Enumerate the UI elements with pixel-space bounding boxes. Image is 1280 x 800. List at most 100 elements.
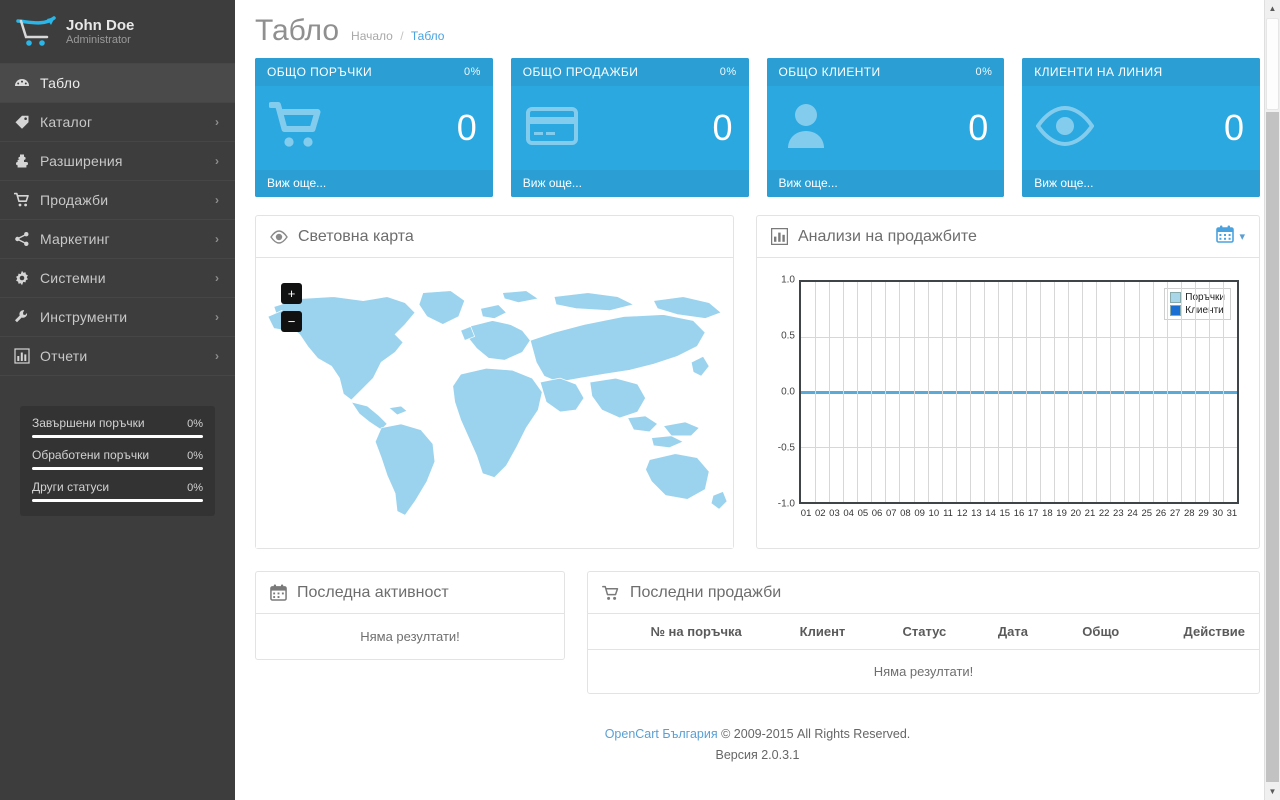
stat-label: Обработени поръчки	[32, 448, 150, 462]
stat-label: Завършени поръчки	[32, 416, 145, 430]
user-role: Administrator	[66, 33, 131, 46]
chart-gridline	[857, 282, 859, 502]
chart-x-tick-label: 30	[1212, 508, 1223, 519]
scroll-down-arrow-icon[interactable]: ▼	[1265, 783, 1280, 800]
chart-x-tick-label: 08	[900, 508, 911, 519]
puzzle-icon	[14, 153, 40, 169]
progress-track	[32, 435, 203, 438]
tile-footer-link[interactable]: Виж още...	[1022, 170, 1260, 197]
chart-gridline	[1208, 282, 1210, 502]
map-zoom-in-button[interactable]: +	[281, 283, 302, 304]
progress-track	[32, 499, 203, 502]
chart-gridline	[1026, 282, 1028, 502]
chart-gridline	[1138, 282, 1140, 502]
chart-gridline	[913, 282, 915, 502]
activity-and-sales-row: Последна активност Няма резултати! После…	[255, 571, 1260, 694]
legend-swatch	[1170, 305, 1182, 316]
chart-gridline	[1110, 282, 1112, 502]
stat-label: Други статуси	[32, 480, 110, 494]
sidebar-item-label: Табло	[40, 75, 81, 91]
user-name: John Doe	[66, 16, 135, 34]
sidebar-item-dashboard[interactable]: Табло	[0, 64, 235, 103]
sidebar-item-reports[interactable]: Отчети ›	[0, 337, 235, 376]
breadcrumb-current[interactable]: Табло	[411, 29, 445, 43]
chart-gridline	[955, 282, 957, 502]
sidebar-item-sales[interactable]: Продажби ›	[0, 181, 235, 220]
world-map[interactable]: + −	[256, 258, 733, 548]
world-map-panel: Световна карта + −	[255, 215, 734, 549]
cart-icon	[14, 192, 40, 208]
chevron-right-icon: ›	[215, 349, 219, 363]
tag-icon	[14, 114, 40, 130]
opencart-logo-icon	[14, 12, 60, 52]
wrench-icon	[14, 309, 40, 325]
chart-range-dropdown[interactable]: ▾	[1216, 225, 1245, 248]
panel-header: Последни продажби	[588, 572, 1259, 614]
vertical-scrollbar[interactable]: ▲ ▼	[1264, 0, 1280, 800]
tile-body: 0	[767, 86, 1005, 170]
brand-header: John Doe Administrator	[0, 0, 235, 64]
tile-total-customers[interactable]: ОБЩО КЛИЕНТИ 0% 0 Виж още...	[766, 58, 1005, 197]
scrollbar-thumb[interactable]	[1266, 18, 1279, 110]
stat-percent: 0%	[187, 482, 203, 494]
tile-total-orders[interactable]: ОБЩО ПОРЪЧКИ 0% 0 Виж още...	[255, 58, 493, 197]
chart-x-tick-label: 22	[1098, 508, 1110, 519]
chart-gridline	[885, 282, 887, 502]
sidebar-item-marketing[interactable]: Маркетинг ›	[0, 220, 235, 259]
sidebar-item-tools[interactable]: Инструменти ›	[0, 298, 235, 337]
panel-title: Последна активност	[297, 583, 449, 601]
column-action: Действие	[1133, 614, 1259, 650]
sidebar-item-catalog[interactable]: Каталог ›	[0, 103, 235, 142]
stat-other-statuses: Други статуси 0%	[32, 480, 203, 502]
chart-gridline	[941, 282, 943, 502]
scroll-up-arrow-icon[interactable]: ▲	[1265, 0, 1280, 17]
tile-footer-link[interactable]: Виж още...	[766, 170, 1005, 197]
chart-x-tick-label: 04	[843, 508, 854, 519]
stat-tiles: ОБЩО ПОРЪЧКИ 0% 0 Виж още... ОБЩО ПРОДАЖ…	[255, 58, 1260, 197]
tile-title: ОБЩО ПРОДАЖБИ	[522, 65, 639, 79]
chart-x-tick-label: 15	[999, 508, 1011, 519]
sidebar-item-system[interactable]: Системни ›	[0, 259, 235, 298]
sales-empty-message: Няма резултати!	[873, 664, 974, 679]
legend-label: Поръчки	[1185, 292, 1225, 303]
tile-footer-link[interactable]: Виж още...	[510, 170, 749, 197]
panel-header: Анализи на продажбите ▾	[757, 216, 1259, 258]
sales-analytics-panel: Анализи на продажбите ▾ 1.0 0.5 0.0 -0.5 -1.…	[756, 215, 1260, 549]
map-zoom-out-button[interactable]: −	[281, 311, 302, 332]
calendar-icon	[270, 584, 287, 601]
chart-gridline	[1222, 282, 1224, 502]
column-date: Дата	[960, 614, 1042, 650]
order-status-stats: Завършени поръчки 0% Обработени поръчки …	[20, 406, 215, 516]
stat-complete-orders: Завършени поръчки 0%	[32, 416, 203, 438]
map-and-chart-row: Световна карта + − Анализи на продажбите…	[255, 215, 1260, 549]
chart-gridline	[927, 282, 929, 502]
activity-empty-message: Няма резултати!	[360, 629, 460, 644]
tile-body: 0	[1022, 86, 1260, 170]
chart-y-tick-label: 0.5	[781, 330, 795, 342]
tile-percent: 0%	[464, 66, 481, 78]
breadcrumb-separator: /	[400, 29, 404, 43]
legend-item-customers: Клиенти	[1170, 305, 1225, 316]
chart-canvas[interactable]: 1.0 0.5 0.0 -0.5 -1.0 Поръчки Клиенти 01…	[769, 272, 1241, 542]
breadcrumb-home[interactable]: Начало	[351, 29, 393, 43]
chart-x-tick-label: 20	[1070, 508, 1082, 519]
sidebar-item-extensions[interactable]: Разширения ›	[0, 142, 235, 181]
tile-customers-online[interactable]: КЛИЕНТИ НА ЛИНИЯ 0 Виж още...	[1022, 58, 1260, 197]
tile-total-sales[interactable]: ОБЩО ПРОДАЖБИ 0% 0 Виж още...	[510, 58, 749, 197]
chevron-right-icon: ›	[215, 154, 219, 168]
tile-footer-link[interactable]: Виж още...	[255, 170, 493, 197]
tile-header: ОБЩО КЛИЕНТИ 0%	[766, 58, 1005, 86]
table-header-row: № на поръчка Клиент Статус Дата Общо Дей…	[588, 614, 1259, 650]
chart-gridline	[829, 282, 831, 502]
credit-card-icon	[525, 100, 583, 157]
tile-percent: 0%	[719, 66, 737, 78]
page-header: Табло Начало / Табло	[255, 0, 1260, 58]
opencart-link[interactable]: OpenCart България	[605, 727, 718, 741]
recent-sales-table: № на поръчка Клиент Статус Дата Общо Дей…	[588, 614, 1259, 693]
chart-x-tick-label: 26	[1155, 508, 1167, 519]
footer-line-1: OpenCart България © 2009-2015 All Rights…	[255, 724, 1260, 745]
calendar-icon	[1216, 225, 1235, 248]
scrollbar-track[interactable]	[1266, 112, 1279, 782]
chart-x-tick-label: 28	[1184, 508, 1195, 519]
chart-plot-area: Поръчки Клиенти	[799, 280, 1239, 504]
